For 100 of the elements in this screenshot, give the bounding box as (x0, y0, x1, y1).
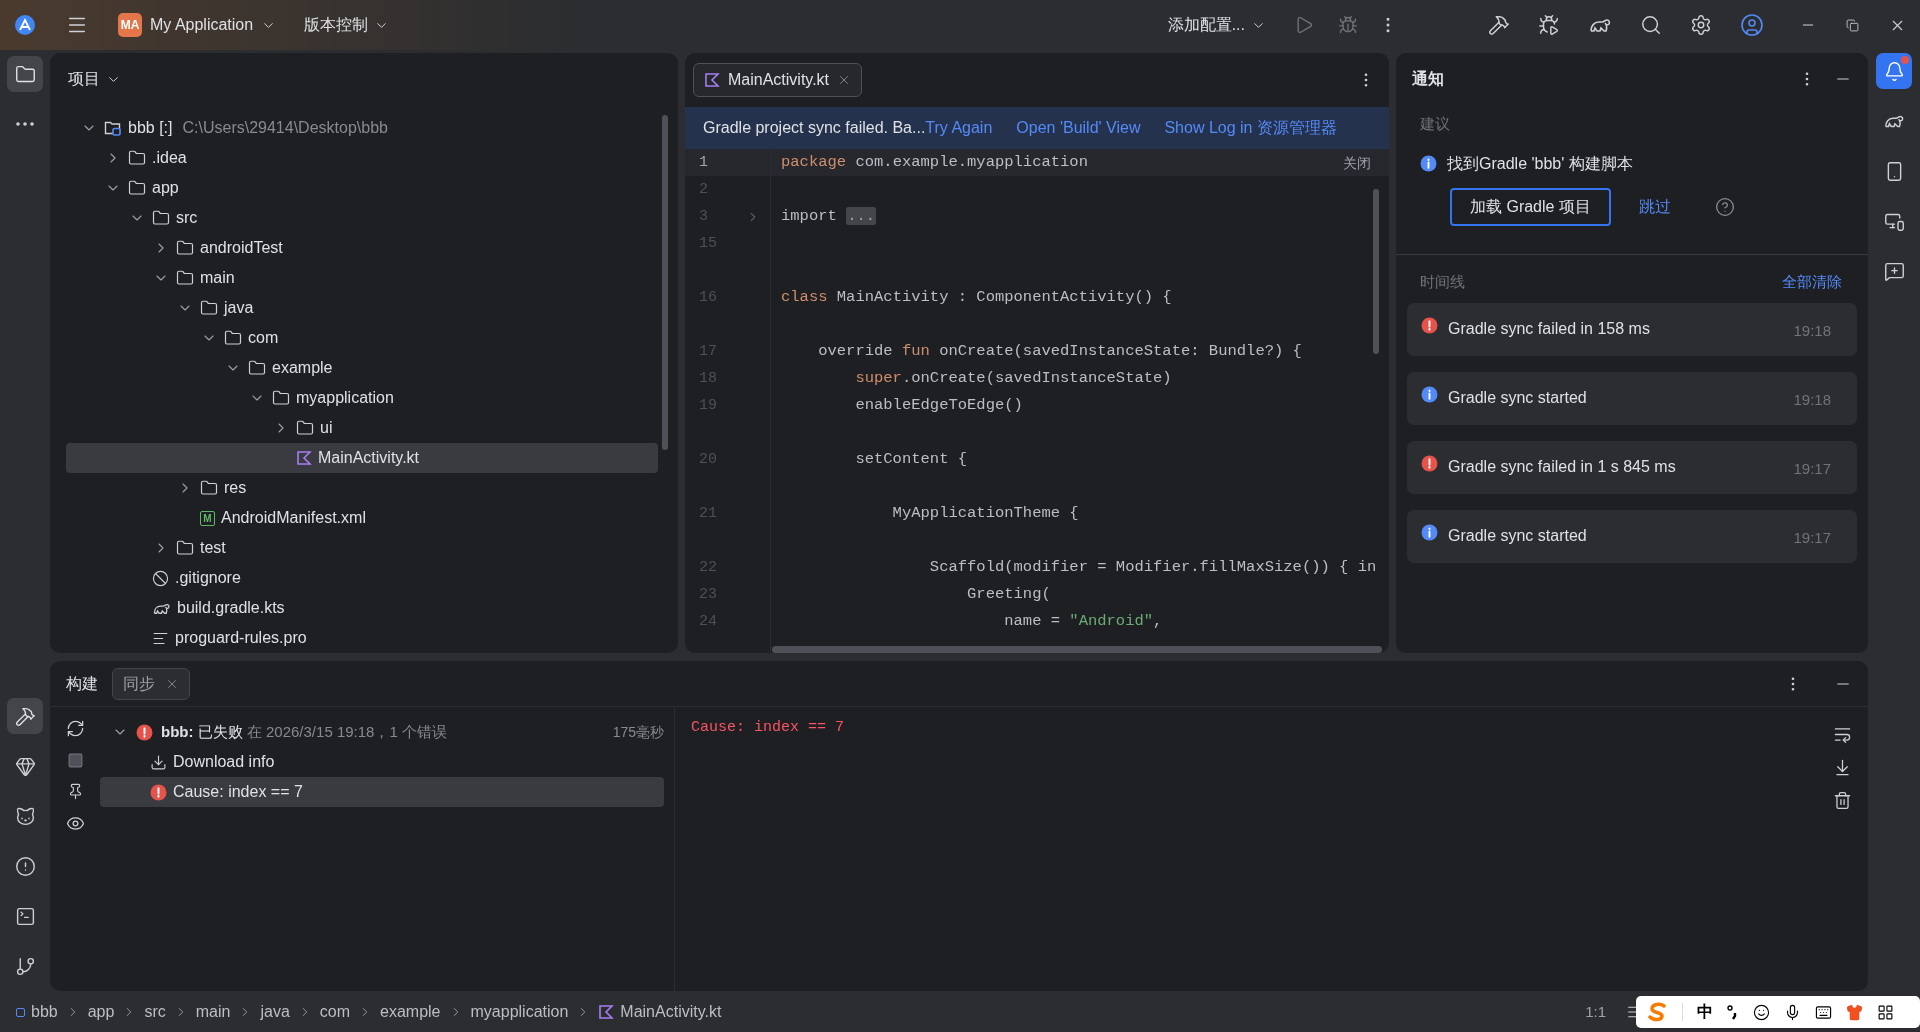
tree-item[interactable]: myapplication (66, 383, 658, 413)
breadcrumb[interactable]: main (195, 1000, 231, 1024)
sync-icon[interactable] (65, 719, 85, 738)
scroll-to-end-icon[interactable] (1833, 758, 1852, 777)
notification-card[interactable]: Gradle sync started 19:18 (1407, 372, 1857, 425)
module-icon (16, 1007, 25, 1017)
folder-icon (14, 63, 36, 85)
app-logo[interactable] (14, 14, 36, 36)
run-config-menu[interactable]: 添加配置... (1167, 13, 1266, 37)
branch-icon (14, 955, 36, 977)
cat-icon (14, 805, 36, 827)
tree-item[interactable]: res (66, 473, 658, 503)
build-tab[interactable]: 同步 (112, 667, 190, 700)
kotlin-file-icon (296, 450, 312, 466)
eye-icon[interactable] (65, 814, 85, 833)
folder-icon (176, 269, 194, 287)
notification-card[interactable]: Gradle sync started 19:17 (1407, 510, 1857, 563)
banner-link[interactable]: Show Log in 资源管理器 (1164, 116, 1337, 140)
breadcrumb[interactable]: myapplication (470, 1000, 569, 1024)
banner-link[interactable]: Open 'Build' View (1016, 116, 1141, 140)
skin-icon[interactable] (1846, 1003, 1863, 1021)
line-number: 1 (699, 153, 708, 173)
tree-item[interactable]: main (66, 263, 658, 293)
build-status: bbb: 已失败 在 2026/3/15 19:18，1 个错误 (161, 721, 447, 742)
code-line: super.onCreate(savedInstanceState) (854, 368, 1172, 389)
notification-card[interactable]: Gradle sync failed in 1 s 845 ms 19:17 (1407, 441, 1857, 494)
ignore-file-icon (152, 569, 169, 587)
item-label: java (224, 298, 254, 318)
ime-logo[interactable] (1646, 1002, 1668, 1022)
panel-title[interactable]: 项目 (68, 67, 121, 91)
scrollbar[interactable] (1373, 189, 1379, 354)
tree-item[interactable]: androidTest (66, 233, 658, 263)
account-icon[interactable] (1740, 13, 1764, 37)
mic-icon[interactable] (1784, 1003, 1801, 1021)
tool-window-button[interactable] (1876, 53, 1912, 89)
terminal-icon (14, 905, 36, 927)
tree-item[interactable]: src (66, 203, 658, 233)
help-icon[interactable] (1714, 196, 1735, 217)
item-label: bbb [:] (128, 118, 173, 138)
trash-icon[interactable] (1833, 791, 1852, 810)
punctuation-icon[interactable] (1727, 1004, 1739, 1020)
tree-item[interactable]: build.gradle.kts (66, 593, 658, 623)
build-tree-item[interactable]: Cause: index == 7 (100, 777, 664, 807)
tree-item[interactable]: .idea (66, 143, 658, 173)
tree-item[interactable]: com (66, 323, 658, 353)
code-line: Scaffold(modifier = Modifier.fillMaxSize()) { in (928, 557, 1377, 578)
vcs-menu[interactable]: 版本控制 (304, 13, 390, 37)
skip-link[interactable]: 跳过 (1638, 194, 1671, 219)
breadcrumb[interactable]: MainActivity.kt (598, 1000, 722, 1024)
folder-icon (224, 329, 242, 347)
build-tree-item[interactable]: Download info (100, 747, 664, 777)
section-label: 时间线 (1420, 271, 1465, 292)
banner-link[interactable]: Try Again (925, 116, 993, 140)
folder-icon (200, 479, 218, 497)
breadcrumb[interactable]: com (319, 1000, 350, 1024)
breadcrumb[interactable]: java (260, 1000, 290, 1024)
bug-icon[interactable] (1538, 14, 1560, 36)
clear-all-link[interactable]: 全部清除 (1782, 270, 1842, 293)
tool-window-button[interactable] (7, 56, 43, 92)
ime-mode[interactable]: 中 (1697, 1000, 1713, 1024)
caret-position[interactable]: 1:1 (1585, 1000, 1606, 1024)
item-label: AndroidManifest.xml (221, 508, 366, 528)
hammer-icon[interactable] (1488, 14, 1510, 36)
debug-icon[interactable] (1338, 15, 1358, 35)
item-label: myapplication (296, 388, 394, 408)
search-icon[interactable] (1640, 14, 1662, 36)
breadcrumb[interactable]: bbb (16, 1000, 58, 1024)
scrollbar[interactable] (662, 115, 668, 450)
notification-card[interactable]: Gradle sync failed in 158 ms 19:18 (1407, 303, 1857, 356)
tree-item[interactable]: ui (66, 413, 658, 443)
console-output: Cause: index == 7 (691, 718, 846, 738)
restore-icon[interactable] (1846, 18, 1859, 32)
notification-text: Gradle sync failed in 158 ms (1448, 319, 1651, 339)
keyboard-icon[interactable] (1815, 1003, 1832, 1021)
item-label: Download info (173, 752, 275, 772)
breadcrumb[interactable]: src (144, 1000, 166, 1024)
tree-item[interactable]: .gitignore (66, 563, 658, 593)
breadcrumb[interactable]: app (87, 1000, 115, 1024)
editor-tab[interactable]: MainActivity.kt (693, 63, 863, 97)
tree-item[interactable]: M AndroidManifest.xml (66, 503, 658, 533)
tree-item[interactable]: java (66, 293, 658, 323)
item-label: MainActivity.kt (318, 448, 420, 468)
tree-item[interactable]: example (66, 353, 658, 383)
notification-time: 19:17 (1793, 459, 1831, 479)
tree-item[interactable]: bbb [:] C:\Users\29414\Desktop\bbb (66, 113, 658, 143)
tree-item[interactable]: test (66, 533, 658, 563)
tool-window-button[interactable] (7, 698, 43, 734)
load-project-button[interactable]: 加载 Gradle 项目 (1450, 187, 1611, 226)
tree-item[interactable]: proguard-rules.pro (66, 623, 658, 653)
tree-item[interactable]: MainActivity.kt (66, 443, 658, 473)
wrap-icon[interactable] (1833, 725, 1852, 744)
emoji-icon[interactable] (1753, 1003, 1770, 1021)
tree-item[interactable]: app (66, 173, 658, 203)
grid-icon[interactable] (1877, 1003, 1894, 1021)
settings-icon[interactable] (1690, 14, 1712, 36)
breadcrumb[interactable]: example (380, 1000, 441, 1024)
project-selector[interactable]: MA My Application (114, 9, 281, 41)
banner-message: Gradle project sync failed. Ba... (703, 118, 926, 138)
stop-icon[interactable] (66, 752, 84, 769)
scrollbar[interactable] (772, 646, 1382, 653)
